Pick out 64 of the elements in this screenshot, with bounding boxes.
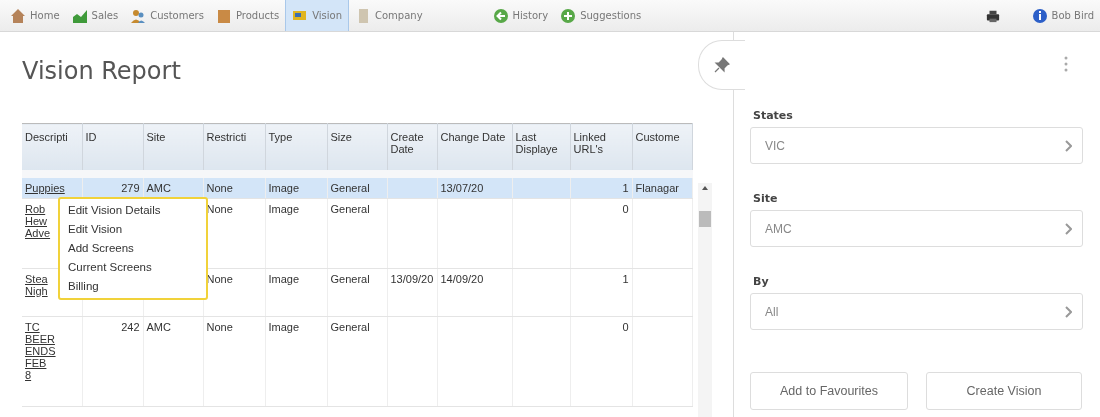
table-cell: Image xyxy=(268,202,300,215)
printer-icon[interactable] xyxy=(985,8,1000,23)
filter-selector[interactable]: AMC xyxy=(750,210,1083,247)
table-cell: Image xyxy=(268,181,300,194)
pin-button[interactable] xyxy=(698,40,745,90)
filter-selector[interactable]: All xyxy=(750,293,1083,330)
nav-tab[interactable]: Sales xyxy=(65,0,125,31)
chevron-right-icon xyxy=(1064,222,1072,235)
menu-item[interactable]: Add Screens xyxy=(60,239,206,256)
table-cell: Image xyxy=(268,272,300,285)
filter-selector[interactable]: VIC xyxy=(750,127,1083,164)
table-cell: Flanagar xyxy=(635,181,679,194)
scrollbar-thumb[interactable] xyxy=(699,211,711,227)
table-cell: Image xyxy=(268,320,300,333)
table-cell: 13/07/20 xyxy=(440,181,484,194)
chevron-right-icon xyxy=(1064,139,1072,152)
table-cell: AMC xyxy=(146,320,171,333)
action-button[interactable]: Add to Favourites xyxy=(750,372,908,410)
description-link[interactable]: Rob Hew Adve xyxy=(25,202,55,239)
table-cell: None xyxy=(206,181,233,194)
table-cell: 279 xyxy=(121,181,140,194)
plus-icon xyxy=(560,7,577,24)
scroll-up-icon[interactable] xyxy=(701,185,709,191)
table-cell: 1 xyxy=(622,272,629,285)
nav-tab[interactable]: Vision xyxy=(285,0,349,31)
nav-tab[interactable]: Products xyxy=(209,0,286,31)
menu-item[interactable]: Edit Vision xyxy=(60,220,206,237)
more-options-icon[interactable] xyxy=(1064,54,1068,74)
description-link[interactable]: Stea Nigh xyxy=(25,272,55,297)
table-cell: 0 xyxy=(622,202,629,215)
nav-tab[interactable]: Company xyxy=(349,0,429,31)
people-icon xyxy=(130,7,147,24)
filter-label: States xyxy=(753,109,794,122)
table-row[interactable]: Puppies 279 AMC None Image General 13/07/20 1 Flanagar xyxy=(22,173,692,198)
nav-action-button[interactable]: Suggestions xyxy=(554,0,648,31)
table-cell: None xyxy=(206,320,233,333)
table-cell: General xyxy=(330,181,370,194)
menu-item[interactable]: Edit Vision Details xyxy=(60,201,206,218)
description-link[interactable]: TC BEER ENDS FEB 8 xyxy=(25,320,55,381)
filter-label: By xyxy=(753,275,770,288)
table-row[interactable]: TC BEER ENDS FEB 8 242 AMC None Image General 0 xyxy=(22,316,692,406)
table-cell: General xyxy=(330,202,370,215)
pin-icon xyxy=(714,57,730,73)
chevron-right-icon xyxy=(1064,305,1072,318)
filter-label: Site xyxy=(753,192,779,205)
table-cell: 242 xyxy=(121,320,140,333)
table-cell: General xyxy=(330,272,370,285)
nav-tab[interactable]: Home xyxy=(4,0,66,31)
box-icon xyxy=(215,7,232,24)
action-button[interactable]: Create Vision xyxy=(926,372,1082,410)
scrollbar[interactable] xyxy=(698,183,712,417)
table-cell: 14/09/20 xyxy=(440,272,484,285)
table-cell: 0 xyxy=(622,320,629,333)
table-cell: 1 xyxy=(622,181,629,194)
nav-tab[interactable]: Customers xyxy=(124,0,210,31)
user-menu[interactable]: Bob Bird xyxy=(1025,0,1100,31)
nav-action-button[interactable]: History xyxy=(486,0,555,31)
info-icon xyxy=(1031,7,1048,24)
house-icon xyxy=(10,7,26,24)
table-cell: General xyxy=(330,320,370,333)
page-title: Vision Report xyxy=(22,57,181,85)
table-cell: 13/09/20 xyxy=(390,272,434,285)
menu-item[interactable]: Billing xyxy=(60,277,206,294)
table-cell: AMC xyxy=(146,181,171,194)
